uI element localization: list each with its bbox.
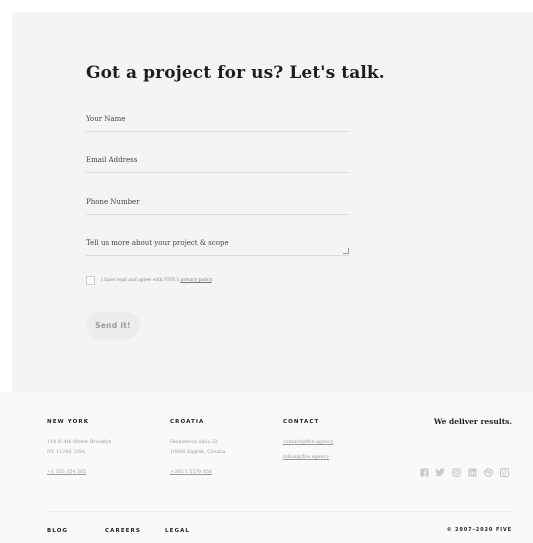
social-links (419, 467, 509, 477)
croatia-address-line1: Heinzelova ulica 33 (170, 440, 218, 445)
contact-heading: CONTACT (283, 419, 320, 425)
facebook-icon[interactable] (419, 467, 429, 477)
phone-field-placeholder: Phone Number (86, 198, 140, 206)
name-field[interactable]: Your Name (86, 115, 349, 132)
new-york-address-line1: 114 N 4th Street Brooklyn (47, 440, 112, 445)
new-york-heading: NEW YORK (47, 419, 90, 425)
email-field[interactable]: Email Address (86, 156, 349, 173)
dribbble-icon[interactable] (483, 467, 493, 477)
footer-divider (46, 511, 512, 512)
footer: NEW YORK 114 N 4th Street Brooklyn NY 11… (0, 392, 533, 543)
privacy-policy-link[interactable]: privacy policy (180, 278, 211, 283)
instagram-icon[interactable] (451, 467, 461, 477)
project-textarea[interactable]: Tell us more about your project & scope (86, 239, 349, 256)
info-email-link[interactable]: infoal@five.agency (283, 455, 329, 460)
copyright: © 2007–2020 FIVE (446, 528, 512, 533)
blog-link[interactable]: BLOG (47, 528, 68, 534)
email-field-placeholder: Email Address (86, 156, 138, 164)
resize-handle-icon[interactable] (343, 248, 349, 254)
tagline: We deliver results. (433, 417, 512, 426)
github-icon[interactable] (499, 467, 509, 477)
legal-link[interactable]: LEGAL (165, 528, 190, 534)
name-field-placeholder: Your Name (86, 115, 126, 123)
linkedin-icon[interactable] (467, 467, 477, 477)
croatia-phone-link[interactable]: +385 1 5570 056 (170, 470, 212, 475)
page-title: Got a project for us? Let's talk. (86, 63, 385, 83)
privacy-consent: I have read and agree with FIVE's privac… (86, 276, 213, 285)
phone-field[interactable]: Phone Number (86, 198, 349, 215)
careers-link[interactable]: CAREERS (105, 528, 141, 534)
consent-suffix: . (211, 278, 213, 283)
twitter-icon[interactable] (435, 467, 445, 477)
privacy-checkbox[interactable] (86, 276, 95, 285)
contact-email-link[interactable]: contact@five.agency (283, 440, 333, 445)
croatia-heading: CROATIA (170, 419, 205, 425)
consent-label: I have read and agree with FIVE's (101, 278, 181, 283)
new-york-phone-link[interactable]: +1 355 354 505 (47, 470, 86, 475)
project-textarea-placeholder: Tell us more about your project & scope (86, 239, 229, 247)
new-york-address-line2: NY 11249, USA (47, 450, 85, 455)
croatia-address-line2: 10000 Zagreb, Croatia (170, 450, 226, 455)
send-button[interactable]: Send it! (86, 312, 140, 339)
consent-text: I have read and agree with FIVE's privac… (101, 278, 213, 283)
